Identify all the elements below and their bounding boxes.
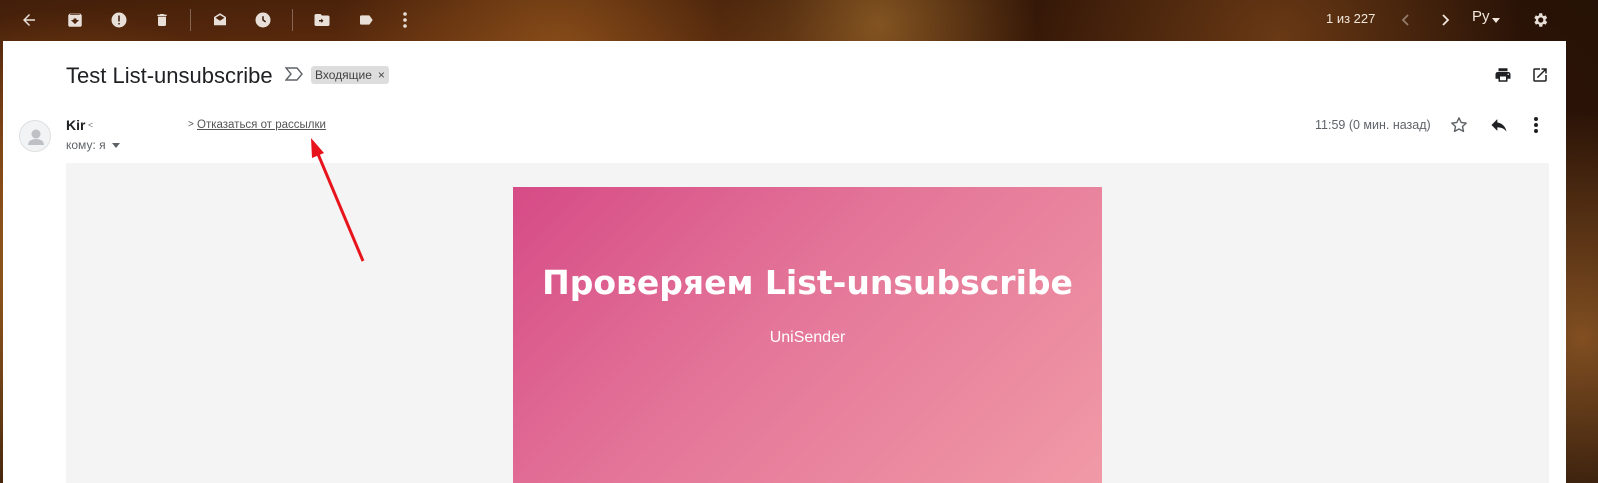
back-arrow-icon[interactable] [17,8,41,32]
mark-unread-icon[interactable] [208,8,232,32]
show-details-caret-icon[interactable] [111,142,120,148]
pagination-text: 1 из 227 [1326,11,1376,26]
print-icon[interactable] [1493,66,1513,89]
delete-icon[interactable] [150,8,174,32]
toolbar-divider [190,9,191,31]
toolbar-divider [292,9,293,31]
recipients-text: кому: я [66,138,106,152]
spam-icon[interactable] [107,8,131,32]
message-subject: Test List-unsubscribe [66,63,273,88]
star-icon[interactable] [1449,115,1469,140]
sender-name: Kir [66,117,86,133]
message-card: Test List-unsubscribe Входящие × Kir < >… [3,41,1566,483]
message-more-icon[interactable] [1533,115,1539,140]
reply-icon[interactable] [1489,115,1509,140]
label-chip-text: Входящие [315,68,372,82]
settings-gear-icon[interactable] [1528,8,1552,32]
hero-subtitle: UniSender [769,329,846,346]
message-time: 11:59 (0 мин. назад) [1315,118,1431,132]
open-in-new-window-icon[interactable] [1531,66,1549,89]
importance-marker-icon[interactable] [284,67,303,81]
email-hero-banner: Проверяем List-unsubscribe UniSender [513,187,1102,483]
more-vert-icon[interactable] [393,8,417,32]
sender-email-bracket-close: > [188,119,194,130]
language-selector[interactable]: Ру [1472,8,1490,25]
archive-icon[interactable] [63,8,87,32]
email-body: Проверяем List-unsubscribe UniSender [66,163,1549,483]
hero-title: Проверяем List-unsubscribe [542,263,1073,302]
top-toolbar: 1 из 227 Ру [0,0,1598,40]
recipients-line: кому: я [66,138,120,152]
label-remove-button[interactable]: × [378,68,385,82]
sender-email-bracket: < [88,120,94,130]
default-person-icon [28,129,44,145]
move-to-icon[interactable] [310,8,334,32]
language-caret-icon[interactable] [1490,8,1502,32]
older-chevron-icon[interactable] [1394,8,1418,32]
inbox-label-chip: Входящие × [311,66,389,84]
label-icon[interactable] [354,8,378,32]
unsubscribe-link[interactable]: Отказаться от рассылки [197,119,326,131]
sender-avatar [19,120,51,152]
snooze-icon[interactable] [251,8,275,32]
newer-chevron-icon[interactable] [1433,8,1457,32]
